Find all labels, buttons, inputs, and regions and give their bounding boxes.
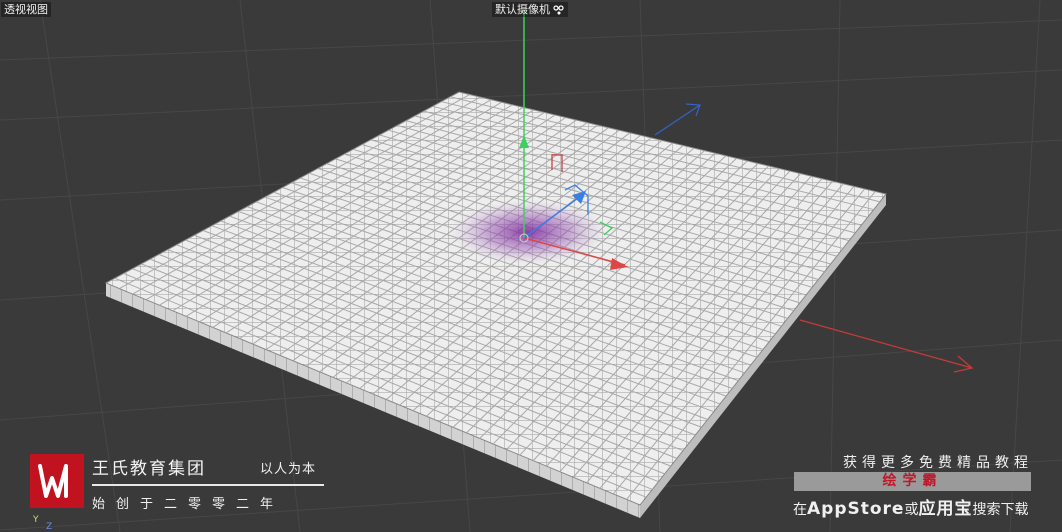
promo-appstore: AppStore <box>807 499 905 519</box>
brand-motto: 以人为本 <box>260 462 317 477</box>
promo-watermark: 获得更多免费精品教程 绘学霸 在AppStore或应用宝搜索下载 <box>790 452 1035 519</box>
brand-name: 王氏教育集团 <box>92 459 206 479</box>
brand-watermark: 王氏教育集团 以人为本 始创于二零零二年 <box>30 452 330 514</box>
corner-axis-z-label: Z <box>46 522 53 532</box>
brand-founded: 始创于二零零二年 <box>92 497 285 512</box>
promo-headline: 获得更多免费精品教程 <box>843 455 1033 471</box>
view-name-label[interactable]: 透视视图 <box>1 2 51 17</box>
promo-badge: 绘学霸 <box>794 472 1031 491</box>
promo-or: 或 <box>904 502 919 518</box>
ground-z-axis <box>654 104 701 136</box>
camera-menu[interactable]: 默认摄像机 <box>492 2 568 17</box>
camera-icon <box>553 4 564 14</box>
promo-app-treasure: 应用宝 <box>918 499 973 519</box>
corner-axis-y-label: Y <box>33 515 39 525</box>
camera-name: 默认摄像机 <box>495 3 550 16</box>
promo-prefix: 在 <box>793 502 807 518</box>
promo-download-text: 在AppStore或应用宝搜索下载 <box>793 494 1028 519</box>
promo-suffix: 搜索下载 <box>972 502 1029 518</box>
ground-x-axis <box>799 319 973 369</box>
brand-divider <box>92 484 324 486</box>
